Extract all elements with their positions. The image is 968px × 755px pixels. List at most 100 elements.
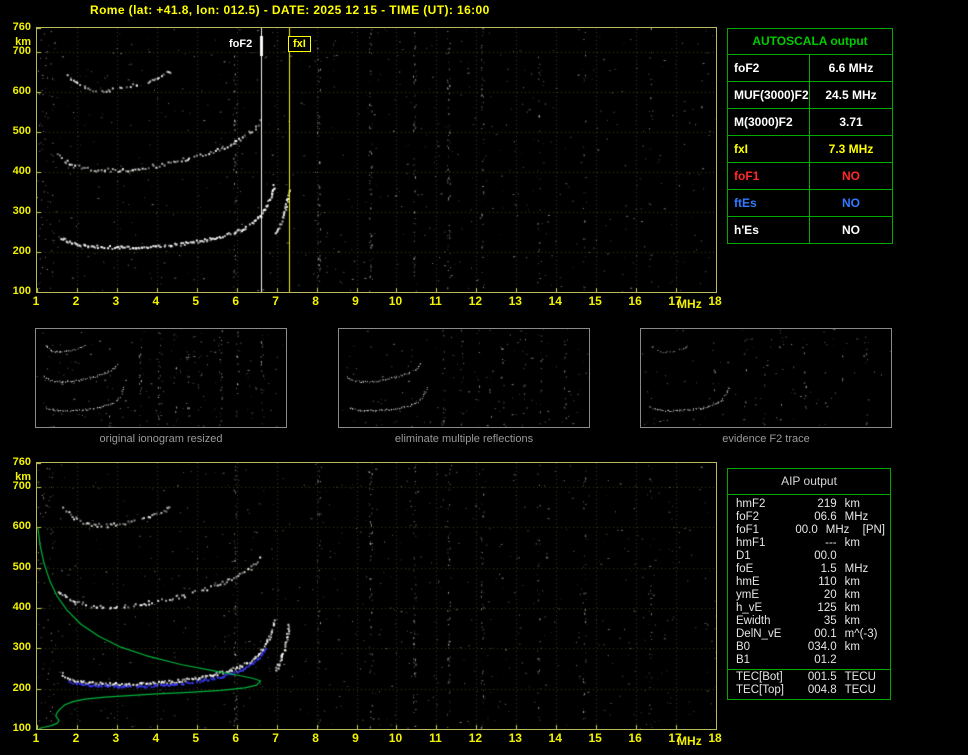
aip-value: 00.0 [814, 550, 837, 562]
aip-param: DelN_vE [736, 628, 782, 640]
aip-param: h_vE [736, 602, 763, 614]
aip-value: 034.0 [807, 641, 837, 653]
aip-row: h_vE 125 km [728, 602, 890, 615]
x-tick-label: 7 [272, 294, 279, 308]
x-tick-label: 18 [708, 731, 722, 745]
fxI-marker-label: fxI [288, 36, 311, 52]
thumbnail-evidence-f2 [640, 328, 892, 428]
aip-param: ymE [736, 589, 759, 601]
x-tick-label: 8 [312, 731, 319, 745]
x-tick-label: 10 [388, 294, 403, 308]
x-tick-label: 16 [628, 294, 642, 308]
y-axis-unit: km [15, 36, 31, 48]
aip-value: 35 [823, 615, 837, 627]
aip-param: B1 [736, 654, 751, 666]
autoscala-table-rows: foF2 6.6 MHz MUF(3000)F2 24.5 MHz M(3000)F2 3… [728, 55, 892, 243]
x-tick-label: 14 [548, 731, 562, 745]
autoscala-value: 24.5 MHz [825, 88, 877, 102]
aip-value: 125 [817, 602, 837, 614]
x-tick-label: 5 [192, 294, 200, 308]
y-tick-label: 300 [12, 205, 31, 217]
aip-value: 1.5 [820, 563, 837, 575]
x-tick-label: 12 [468, 731, 483, 745]
aip-unit: km [844, 589, 860, 601]
aip-unit: km [844, 576, 860, 588]
aip-value: 20 [823, 589, 837, 601]
thumbnail-caption-eliminate: eliminate multiple reflections [394, 433, 534, 445]
aip-value: 001.5 [807, 671, 837, 683]
aip-value: 00.1 [814, 628, 837, 640]
autoscala-param: MUF(3000)F2 [728, 82, 810, 108]
thumbnail-caption-original: original ionogram resized [99, 433, 223, 445]
x-tick-label: 15 [588, 294, 602, 308]
autoscala-value: NO [842, 196, 860, 210]
x-tick-label: 8 [312, 294, 319, 308]
x-tick-label: 11 [429, 294, 442, 308]
autoscala-param: M(3000)F2 [728, 109, 810, 135]
autoscala-row: fxI 7.3 MHz [728, 136, 892, 163]
aip-unit: MHz [844, 511, 869, 523]
top-ionogram-plot [36, 27, 717, 293]
aip-value: --- [825, 537, 837, 549]
x-tick-label: 9 [352, 294, 359, 308]
aip-unit: km [844, 602, 860, 614]
x-tick-label: 15 [588, 731, 602, 745]
x-tick-label: 7 [272, 731, 279, 745]
y-tick-label: 760 [12, 21, 31, 33]
autoscala-value: 7.3 MHz [828, 142, 874, 156]
aip-row: Ewidth 35 km [728, 615, 890, 628]
thumbnail-eliminate-reflections [338, 328, 590, 428]
y-tick-label: 400 [12, 165, 31, 177]
aip-unit: m^(-3) [844, 628, 878, 640]
autoscala-value: NO [842, 223, 860, 237]
aip-unit: km [844, 537, 860, 549]
x-tick-label: 1 [32, 731, 40, 745]
aip-param: foE [736, 563, 754, 575]
x-tick-label: 13 [508, 294, 522, 308]
aip-value: 01.2 [814, 654, 837, 666]
y-tick-label: 600 [12, 520, 31, 533]
aip-row: foF2 06.6 MHz [728, 511, 890, 524]
x-tick-label: 9 [352, 731, 359, 745]
y-tick-label: 400 [12, 601, 31, 614]
aip-divider [728, 669, 890, 670]
top-ionogram-canvas [37, 28, 716, 292]
aip-value: 219 [817, 498, 837, 510]
autoscala-value: 6.6 MHz [828, 61, 874, 75]
autoscala-table-title: AUTOSCALA output [728, 29, 892, 55]
aip-row: TEC[Top] 004.8 TECU [728, 684, 890, 697]
x-tick-label: 6 [232, 731, 240, 745]
aip-row: B1 01.2 [728, 654, 890, 667]
x-tick-label: 16 [628, 731, 642, 745]
aip-tec-rows: TEC[Bot] 001.5 TECU TEC[Top] 004.8 TECU [728, 671, 890, 697]
autoscala-output-table: AUTOSCALA output foF2 6.6 MHz MUF(3000)F2 2… [727, 28, 893, 244]
x-tick-label: 11 [429, 731, 442, 745]
aip-param: D1 [736, 550, 751, 562]
autoscala-screen: Rome (lat: +41.8, lon: 012.5) - DATE: 20… [0, 0, 968, 755]
bottom-ionogram-canvas [37, 463, 716, 729]
aip-row: ymE 20 km [728, 589, 890, 602]
aip-row: B0 034.0 km [728, 641, 890, 654]
x-tick-label: 4 [152, 731, 160, 745]
aip-panel-title: AIP output [728, 469, 890, 495]
aip-param: foF2 [736, 511, 760, 523]
autoscala-param: foF1 [728, 163, 810, 189]
y-tick-label: 200 [12, 681, 31, 694]
aip-row: hmF2 219 km [728, 498, 890, 511]
aip-param: foF1 [736, 524, 760, 536]
aip-param: hmF2 [736, 498, 766, 510]
y-axis-unit: km [15, 471, 31, 483]
autoscala-row: M(3000)F2 3.71 [728, 109, 892, 136]
aip-extra: [PN] [862, 524, 885, 536]
x-tick-label: 10 [388, 731, 403, 745]
thumbnail-eliminate-canvas [339, 329, 589, 427]
aip-output-panel: AIP output hmF2 219 km foF2 06.6 MHz foF1 00.0 M… [727, 468, 891, 700]
x-tick-label: 12 [468, 294, 483, 308]
x-tick-label: 13 [508, 731, 522, 745]
autoscala-param: h'Es [728, 217, 810, 243]
aip-value: 06.6 [814, 511, 837, 523]
aip-row: foF1 00.0 MHz [PN] [728, 524, 890, 537]
aip-row: D1 00.0 [728, 550, 890, 563]
y-tick-label: 600 [12, 85, 31, 97]
y-tick-label: 500 [12, 125, 31, 137]
